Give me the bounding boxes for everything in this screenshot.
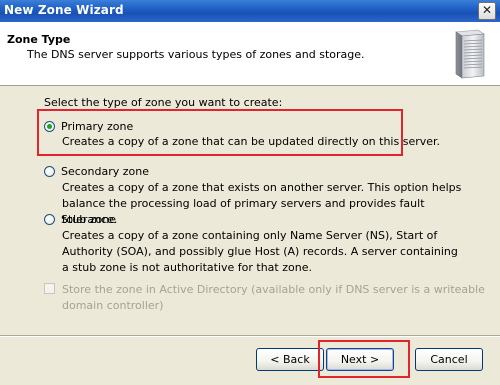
primary-zone-radio[interactable] (44, 121, 55, 132)
primary-zone-description: Creates a copy of a zone that can be upd… (62, 135, 441, 148)
back-button[interactable]: < Back (256, 348, 324, 371)
secondary-zone-radio[interactable] (44, 166, 55, 177)
button-bar-divider (0, 335, 500, 337)
title-bar[interactable]: New Zone Wizard ✕ (0, 0, 500, 22)
cancel-button[interactable]: Cancel (415, 348, 483, 371)
new-zone-wizard-window: New Zone Wizard ✕ Zone Type The DNS serv… (0, 0, 500, 385)
primary-zone-label: Primary zone (61, 120, 134, 133)
store-in-ad-label: Store the zone in Active Directory (avai… (62, 283, 485, 312)
secondary-zone-description: Creates a copy of a zone that exists on … (62, 181, 462, 226)
page-subtitle: The DNS server supports various types of… (27, 48, 365, 61)
stub-zone-description: Creates a copy of a zone containing only… (62, 229, 458, 274)
store-in-ad-checkbox[interactable] (44, 283, 55, 294)
stub-zone-label: Stub zone (61, 213, 116, 226)
stub-zone-radio[interactable] (44, 214, 55, 225)
stub-zone-radio-row[interactable]: Stub zone (44, 213, 116, 226)
zone-type-prompt: Select the type of zone you want to crea… (44, 96, 283, 109)
next-button[interactable]: Next > (326, 348, 394, 371)
primary-zone-radio-row[interactable]: Primary zone (44, 120, 133, 133)
window-title: New Zone Wizard (4, 3, 124, 17)
server-icon (455, 29, 485, 79)
close-icon: ✕ (481, 3, 493, 17)
secondary-zone-radio-row[interactable]: Secondary zone (44, 165, 149, 178)
close-button[interactable]: ✕ (478, 2, 496, 20)
wizard-header: Zone Type The DNS server supports variou… (0, 22, 500, 86)
secondary-zone-label: Secondary zone (61, 165, 149, 178)
page-title: Zone Type (7, 33, 71, 46)
